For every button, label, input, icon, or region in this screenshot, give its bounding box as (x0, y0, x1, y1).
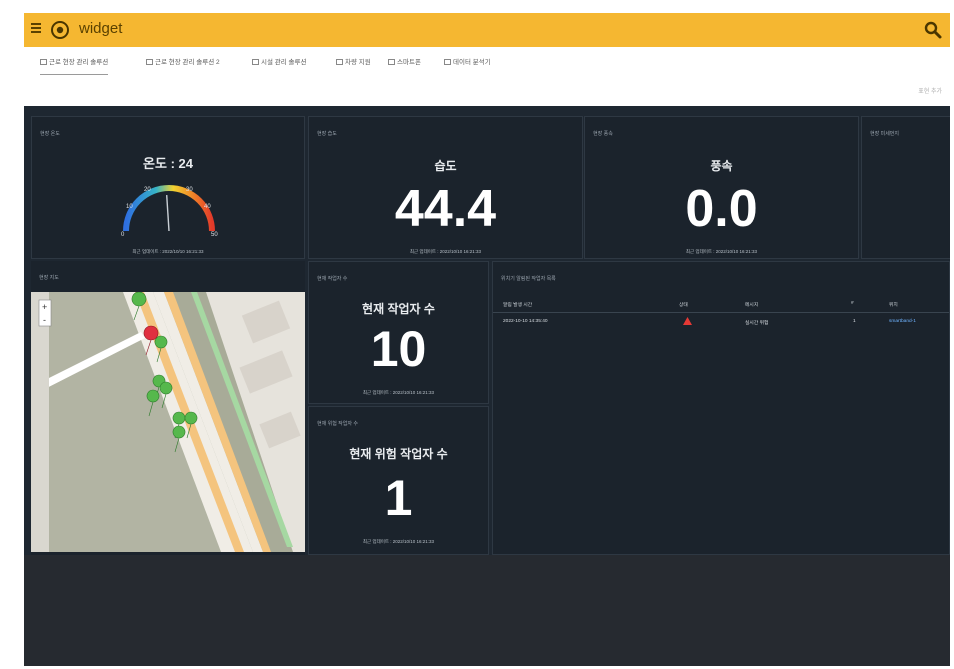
search-icon[interactable] (923, 20, 943, 40)
danger-workers-card: 현재 위험 작업자 수 현재 위험 작업자 수 1 최근 업데이트 : 2022… (308, 406, 489, 555)
alert-time: 2022-10-10 14:35:40 (503, 319, 548, 324)
gauge-tick-label: 50 (211, 232, 218, 237)
table-header: 알림 발생 시간 상태 메시지 # 위치 (493, 298, 949, 313)
add-view-link[interactable]: 표현 추가 (918, 86, 942, 95)
card-label: 현장 미세먼지 (870, 131, 899, 137)
alert-message: 실시간 위험 (745, 321, 769, 326)
gauge-tick-label: 10 (126, 204, 133, 210)
wind-title: 풍속 (710, 159, 733, 173)
alert-count: 1 (853, 319, 856, 324)
tab-smartphone[interactable]: 스마트폰 (388, 56, 421, 74)
last-updated: 최근 업데이트 : 2022/10/10 16:21:33 (685, 249, 758, 254)
tab-site-management[interactable]: 근로 현장 관리 솔루션 (40, 56, 109, 75)
zoom-controls: + - (38, 299, 52, 327)
temperature-card: 현장 온도 온도 : 24 0 10 20 30 40 50 최근 업데이트 :… (31, 116, 305, 259)
card-label: 현장 습도 (317, 131, 337, 137)
card-label: 현장 풍속 (593, 131, 613, 137)
column-header[interactable]: 상태 (679, 301, 688, 308)
tab-facility[interactable]: 시설 관리 솔루션 (252, 56, 306, 74)
wind-card: 현장 풍속 풍속 0.0 최근 업데이트 : 2022/10/10 16:21:… (584, 116, 859, 259)
app-title: widget (79, 20, 123, 37)
dashboard-icon (146, 59, 153, 65)
column-header[interactable]: # (851, 301, 854, 306)
circle-logo-icon (51, 21, 69, 39)
column-header[interactable]: 알림 발생 시간 (503, 301, 532, 308)
danger-workers-value: 1 (384, 470, 413, 526)
zoom-in-button[interactable]: + (42, 302, 47, 312)
card-label: 현재 작업자 수 (317, 276, 348, 282)
column-header[interactable]: 메시지 (745, 301, 758, 308)
tab-vehicle[interactable]: 차량 지원 (336, 56, 371, 74)
last-updated: 최근 업데이트 : 2022/10/10 16:21:33 (362, 539, 435, 544)
temperature-title: 온도 : 24 (143, 156, 193, 171)
tab-data-analyzer[interactable]: 데이터 분석기 (444, 56, 491, 74)
last-updated: 최근 업데이트 : 2022/10/10 16:21:33 (362, 390, 435, 395)
column-header[interactable]: 위치 (889, 301, 898, 308)
card-label: 현장 온도 (40, 131, 60, 137)
card-label: 현재 위험 작업자 수 (317, 421, 358, 427)
site-map[interactable]: + - (31, 292, 305, 552)
dust-card: 현장 미세먼지 (861, 116, 950, 259)
table-row[interactable]: 2022-10-10 14:35:40 실시간 위험 1 smartband-1 (493, 317, 949, 327)
tab-site-management-2[interactable]: 근로 현장 관리 솔루션 2 (146, 56, 220, 74)
gauge-tick-label: 40 (204, 204, 211, 210)
workers-title: 현재 작업자 수 (362, 302, 435, 316)
temperature-gauge: 0 10 20 30 40 50 (121, 185, 218, 237)
humidity-value: 44.4 (394, 180, 497, 238)
danger-workers-title: 현재 위험 작업자 수 (349, 447, 448, 461)
workers-value: 10 (370, 321, 427, 377)
zoom-out-button[interactable]: - (43, 315, 46, 325)
app-bar: widget (24, 13, 950, 47)
wind-value: 0.0 (685, 180, 758, 238)
last-updated: 최근 업데이트 : 2022/10/10 16:21:33 (132, 249, 204, 254)
last-updated: 최근 업데이트 : 2022/10/10 16:21:33 (409, 249, 482, 254)
dashboard-empty-area (24, 555, 950, 666)
dashboard-icon (252, 59, 259, 65)
alerts-table-card: 위치기 알림된 작업자 목록 알림 발생 시간 상태 메시지 # 위치 2022… (492, 261, 950, 555)
gauge-tick-label: 30 (186, 187, 193, 193)
warning-triangle-icon (683, 317, 692, 325)
gauge-needle (166, 195, 170, 232)
humidity-title: 습도 (434, 159, 457, 173)
card-label: 현장 지도 (39, 275, 59, 281)
dashboard: 현장 온도 온도 : 24 0 10 20 30 40 50 최근 업데이트 :… (24, 106, 950, 666)
alert-location-link[interactable]: smartband-1 (889, 319, 916, 324)
dashboard-icon (40, 59, 47, 65)
chart-icon (444, 59, 451, 65)
phone-icon (388, 59, 395, 65)
map-canvas: + - (31, 292, 305, 552)
car-icon (336, 59, 343, 65)
card-label: 위치기 알림된 작업자 목록 (501, 276, 556, 282)
workers-card: 현재 작업자 수 현재 작업자 수 10 최근 업데이트 : 2022/10/1… (308, 261, 489, 404)
hamburger-icon[interactable] (31, 23, 41, 35)
humidity-card: 현장 습도 습도 44.4 최근 업데이트 : 2022/10/10 16:21… (308, 116, 583, 259)
gauge-tick-label: 20 (144, 187, 151, 193)
gauge-tick-label: 0 (121, 232, 125, 237)
